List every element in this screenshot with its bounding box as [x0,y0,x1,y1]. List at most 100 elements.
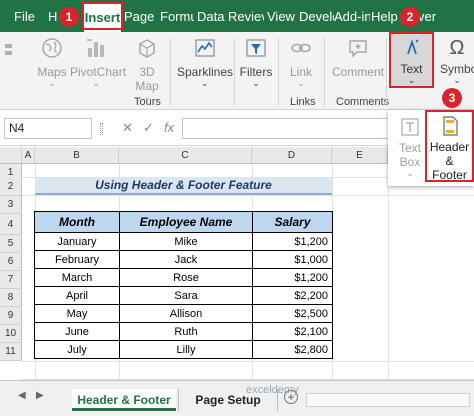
tab-file[interactable]: File [14,0,42,32]
cell-name[interactable]: Ruth [119,322,253,341]
add-sheet-icon[interactable]: + [284,390,298,404]
table-row: July Lilly $2,800 [34,340,333,359]
maps-button[interactable]: Maps ⌄ [33,36,71,88]
sheet-tab-bar: ◀ ▶ Header & Footer Page Setup exceldemy… [0,380,474,416]
3d-map-button[interactable]: 3D Map ⌄ [130,36,164,102]
column-header-e[interactable]: E [332,147,388,164]
cell-name[interactable]: Jack [119,250,253,269]
pivotchart-icon [84,36,108,63]
ribbon-divider [278,38,279,106]
select-all-corner[interactable] [0,147,22,164]
tab-page-layout[interactable]: Page L [124,0,157,32]
row-header[interactable]: 6 [0,253,22,271]
text-label: Text [400,62,423,76]
filters-button[interactable]: Filters ⌄ [238,36,274,88]
row-header[interactable]: 2 [0,178,22,196]
header-footer-label-line2: & Footer [432,154,467,182]
ribbon-divider [234,38,235,106]
cell-salary[interactable]: $2,100 [252,322,333,341]
salary-table: Month Employee Name Salary January Mike … [34,211,333,359]
column-header-d[interactable]: D [252,147,332,164]
row-header[interactable]: 10 [0,325,22,343]
header-footer-label-line1: Header [429,140,470,154]
row-header[interactable]: 9 [0,307,22,325]
cell-salary[interactable]: $2,200 [252,286,333,305]
cell-salary[interactable]: $1,000 [252,250,333,269]
comment-button[interactable]: Comment [331,36,385,79]
sparklines-label: Sparklines [177,65,234,79]
tab-add-ins[interactable]: Add-in [334,0,370,32]
scroll-left-icon[interactable]: ◀ [18,390,26,401]
header-footer-button[interactable]: Header & Footer [425,110,474,182]
cell-name[interactable]: Allison [119,304,253,323]
cell-name[interactable]: Mike [119,232,253,251]
header-employee-name[interactable]: Employee Name [119,211,253,233]
sheet-tab-header-footer[interactable]: Header & Footer [72,389,176,411]
cell-salary[interactable]: $2,800 [252,340,333,359]
cell-month[interactable]: April [34,286,120,305]
link-button[interactable]: Link ⌄ [284,36,318,88]
gridline [388,164,389,380]
row-header[interactable]: 4 [0,214,22,235]
row-header[interactable]: 5 [0,235,22,253]
insert-tab-highlight [82,2,123,30]
tab-power[interactable]: ver [418,0,440,32]
cell-salary[interactable]: $2,500 [252,304,333,323]
ribbon-left-edge-icon [4,42,14,62]
horizontal-scrollbar[interactable] [306,393,470,407]
tab-data[interactable]: Data [197,0,225,32]
3d-map-label-line1: 3D [139,65,155,79]
text-button[interactable]: Text ⌄ [389,32,434,88]
group-label-tours: Tours [134,96,161,108]
chevron-down-icon: ⌄ [407,75,416,85]
row-header[interactable]: 3 [0,196,22,214]
maps-label: Maps [37,65,67,79]
comment-label: Comment [331,65,384,79]
header-month[interactable]: Month [34,211,120,233]
enter-icon[interactable]: ✓ [143,120,154,136]
symbols-button[interactable]: Ω Symbo ⌄ [440,36,474,85]
column-header-a[interactable]: A [22,147,35,164]
cell-name[interactable]: Lilly [119,340,253,359]
row-header[interactable]: 7 [0,271,22,289]
textbox-label-line1: Text [398,141,421,155]
tab-formulas[interactable]: Formu [160,0,194,32]
cell-month[interactable]: July [34,340,120,359]
pivotchart-button[interactable]: PivotChart ⌄ [70,36,126,88]
omega-icon: Ω [449,37,465,59]
table-row: April Sara $2,200 [34,286,333,305]
cell-month[interactable]: February [34,250,120,269]
tab-help[interactable]: Help [371,0,398,32]
cell-name[interactable]: Rose [119,268,253,287]
name-box[interactable]: N4 [4,118,92,139]
chevron-down-icon: ⌄ [92,78,100,88]
cell-month[interactable]: March [34,268,120,287]
cell-salary[interactable]: $1,200 [252,268,333,287]
cell-salary[interactable]: $1,200 [252,232,333,251]
column-header-c[interactable]: C [119,147,252,164]
group-label-comments: Comments [336,96,390,108]
tab-review[interactable]: Reviev [228,0,264,32]
row-header[interactable]: 8 [0,289,22,307]
table-row: March Rose $1,200 [34,268,333,287]
row-header[interactable]: 11 [0,343,22,361]
filters-label: Filters [239,65,273,79]
sparklines-button[interactable]: Sparklines ⌄ [177,36,234,88]
header-salary[interactable]: Salary [252,211,333,233]
text-cursor-icon [391,37,432,62]
scroll-right-icon[interactable]: ▶ [36,390,44,401]
gridline [22,361,474,362]
insert-function-icon[interactable]: fx [164,120,174,135]
step-badge-2: 2 [400,7,420,27]
cell-month[interactable]: June [34,322,120,341]
formula-input[interactable] [182,118,388,139]
tab-view[interactable]: View [267,0,298,32]
cell-month[interactable]: May [34,304,120,323]
cell-name[interactable]: Sara [119,286,253,305]
column-header-b[interactable]: B [35,147,119,164]
cell-month[interactable]: January [34,232,120,251]
cancel-icon[interactable]: ✕ [122,120,133,136]
table-row: May Allison $2,500 [34,304,333,323]
tab-developer[interactable]: Develo [299,0,334,32]
textbox-button[interactable]: Text Box ⌄ [390,114,430,182]
